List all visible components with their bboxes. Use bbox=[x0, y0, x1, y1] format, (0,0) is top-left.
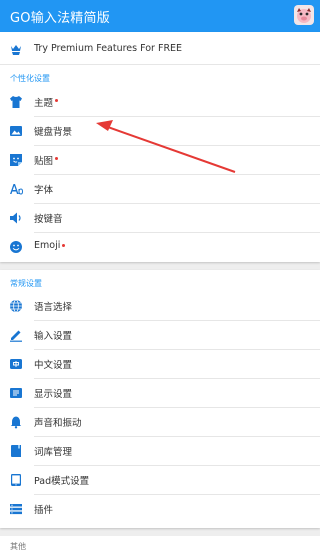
settings-item-chinese[interactable]: 中文设置 bbox=[0, 350, 320, 379]
app-bar: GO输入法精简版 bbox=[0, 0, 320, 32]
display-icon bbox=[9, 386, 23, 400]
personalization-card: Try Premium Features For FREE 个性化设置 主题 键… bbox=[0, 32, 320, 262]
settings-item-label: Emoji bbox=[34, 240, 61, 251]
app-title: GO输入法精简版 bbox=[10, 11, 110, 26]
speaker-icon bbox=[9, 211, 23, 225]
book-icon bbox=[9, 444, 23, 458]
settings-item-language[interactable]: 语言选择 bbox=[0, 292, 320, 321]
settings-item-label: 按键音 bbox=[34, 214, 63, 225]
settings-item-label: 中文设置 bbox=[34, 360, 73, 371]
settings-item-pad-mode[interactable]: Pad模式设置 bbox=[0, 466, 320, 495]
tablet-icon bbox=[9, 473, 23, 487]
settings-item-label: 贴图 bbox=[34, 156, 54, 167]
new-badge-dot bbox=[55, 157, 59, 160]
settings-item-label: 语言选择 bbox=[34, 302, 73, 313]
section-header-personalization: 个性化设置 bbox=[10, 74, 50, 83]
chinese-keyboard-icon bbox=[9, 357, 23, 371]
settings-item-input[interactable]: 输入设置 bbox=[0, 321, 320, 350]
settings-item-emoji[interactable]: Emoji bbox=[0, 233, 320, 262]
general-settings-card: 常规设置 语言选择 输入设置 中文设置 显示设置 声音和振动 词库管理 Pad模… bbox=[0, 270, 320, 528]
settings-item-label: 主题 bbox=[34, 98, 54, 109]
settings-item-display[interactable]: 显示设置 bbox=[0, 379, 320, 408]
section-header-other: 其他 bbox=[10, 542, 26, 551]
premium-row[interactable]: Try Premium Features For FREE bbox=[0, 32, 320, 65]
premium-label: Try Premium Features For FREE bbox=[34, 43, 183, 54]
pig-avatar-icon[interactable] bbox=[294, 5, 314, 25]
settings-item-stickers[interactable]: 贴图 bbox=[0, 146, 320, 175]
plugin-icon bbox=[9, 502, 23, 516]
pencil-icon bbox=[9, 328, 23, 342]
crown-hand-icon bbox=[9, 42, 23, 56]
sticker-icon bbox=[9, 153, 23, 167]
new-badge-dot bbox=[62, 244, 66, 247]
other-settings-card: 其他 bbox=[0, 536, 320, 558]
new-badge-dot bbox=[55, 99, 59, 102]
bell-icon bbox=[9, 415, 23, 429]
settings-item-label: 词库管理 bbox=[34, 447, 73, 458]
smiley-icon bbox=[9, 240, 23, 254]
globe-icon bbox=[9, 299, 23, 313]
image-icon bbox=[9, 124, 23, 138]
settings-item-label: 字体 bbox=[34, 185, 54, 196]
settings-item-theme[interactable]: 主题 bbox=[0, 88, 320, 117]
settings-item-sound-vibration[interactable]: 声音和振动 bbox=[0, 408, 320, 437]
settings-item-label: 键盘背景 bbox=[34, 127, 73, 138]
settings-item-label: 显示设置 bbox=[34, 389, 73, 400]
settings-item-key-sound[interactable]: 按键音 bbox=[0, 204, 320, 233]
divider bbox=[0, 64, 320, 65]
shirt-icon bbox=[9, 95, 23, 109]
settings-item-plugins[interactable]: 插件 bbox=[0, 495, 320, 524]
settings-item-label: 输入设置 bbox=[34, 331, 73, 342]
settings-item-dictionary[interactable]: 词库管理 bbox=[0, 437, 320, 466]
font-icon bbox=[9, 182, 23, 196]
settings-item-label: 插件 bbox=[34, 505, 54, 516]
settings-item-label: 声音和振动 bbox=[34, 418, 82, 429]
settings-item-label: Pad模式设置 bbox=[34, 476, 90, 487]
settings-item-keyboard-background[interactable]: 键盘背景 bbox=[0, 117, 320, 146]
section-header-general: 常规设置 bbox=[10, 279, 42, 288]
settings-item-font[interactable]: 字体 bbox=[0, 175, 320, 204]
